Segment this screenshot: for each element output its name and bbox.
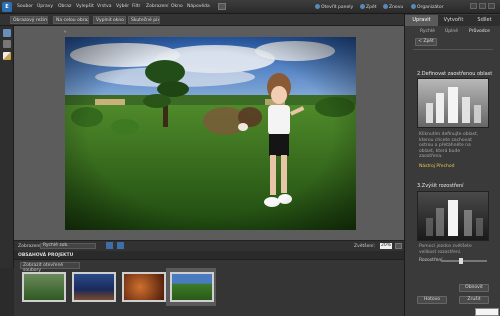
- zoom-label: Zvětšení:: [354, 244, 376, 249]
- open-panels-label: Otevřít panely: [321, 5, 354, 10]
- thumbnail-4[interactable]: [170, 272, 214, 302]
- redo-label: Znovu: [389, 5, 404, 10]
- view-label: Zobrazení: [18, 244, 41, 249]
- subtab-quick[interactable]: Rychlé: [420, 29, 435, 34]
- menu-layer[interactable]: Vrstva: [97, 4, 111, 9]
- tab-fill-window[interactable]: Vyplnit okno: [93, 16, 126, 24]
- reset-button[interactable]: Obnovit: [459, 284, 489, 292]
- organizer-icon: [411, 4, 416, 9]
- zoom-tool-icon[interactable]: [3, 29, 11, 37]
- step3-preview-image: [417, 191, 489, 241]
- menu-bar: E Soubor Úpravy Obraz Vylepšit Vrstva Vý…: [0, 0, 500, 14]
- undo-icon: [360, 4, 365, 9]
- right-panel: Upravit Vytvořit Sdílet Rychlé Úplné Prů…: [404, 14, 500, 316]
- tab-share[interactable]: Sdílet: [469, 15, 500, 26]
- menu-image[interactable]: Obraz: [58, 4, 71, 9]
- toolbox: [0, 26, 14, 268]
- blur-slider-track[interactable]: [441, 258, 487, 264]
- close-icon[interactable]: [488, 3, 495, 9]
- tab-fit-screen[interactable]: Na celou obraz.: [53, 16, 89, 24]
- menu-file[interactable]: Soubor: [17, 4, 33, 9]
- hand-tool-icon[interactable]: [3, 40, 11, 48]
- subtab-guided[interactable]: Průvodce: [469, 29, 490, 34]
- menu-select[interactable]: Výběr: [116, 4, 129, 9]
- tab-view-mode[interactable]: Obrazový režim: [10, 16, 48, 24]
- bin-filter-dropdown[interactable]: Zobrazit otevřené soubory: [20, 262, 80, 273]
- panels-icon: [315, 4, 320, 9]
- chess-pieces-icon: [426, 87, 481, 123]
- project-bin-header: OBSAHOVÁ PROJEKTU: [14, 251, 404, 260]
- undo-label: Zpět: [366, 5, 377, 10]
- done-button[interactable]: Hotovo: [417, 296, 447, 304]
- open-panels-button[interactable]: Otevřít panely: [315, 4, 353, 10]
- thumbnail-1[interactable]: [22, 272, 66, 302]
- rotate-right-icon[interactable]: [117, 242, 124, 249]
- divider: [413, 49, 493, 50]
- tab-create[interactable]: Vytvořit: [438, 15, 469, 26]
- watermark-logo: [475, 308, 499, 316]
- step2-description: Kliknutím definujte oblast, kterou chcet…: [419, 132, 479, 159]
- canvas-corner-icon: ▾: [64, 30, 67, 35]
- redo-button[interactable]: Znovu: [383, 4, 403, 10]
- subtab-full[interactable]: Úplné: [445, 29, 458, 34]
- menu-view[interactable]: Zobrazení: [146, 4, 169, 9]
- photo-image: [65, 37, 356, 230]
- zoom-value-field[interactable]: 20%: [380, 243, 392, 249]
- rotate-left-icon[interactable]: [106, 242, 113, 249]
- step2-title: 2.Definovat zaostřenou oblast: [417, 71, 493, 77]
- undo-button[interactable]: Zpět: [360, 4, 376, 10]
- view-dropdown[interactable]: Rychlé zob.: [40, 243, 96, 249]
- blurred-chess-icon: [426, 200, 483, 236]
- back-button[interactable]: < Zpět: [415, 38, 437, 46]
- zoom-slider-icon[interactable]: [395, 243, 402, 249]
- view-options-bar: Obrazový režim Na celou obraz. Vyplnit o…: [0, 14, 404, 26]
- organizer-label: Organizátor: [417, 5, 444, 10]
- cancel-button[interactable]: Zrušit: [459, 296, 489, 304]
- menu-enhance[interactable]: Vylepšit: [76, 4, 94, 9]
- shortcut-icon[interactable]: [218, 3, 226, 10]
- organizer-button[interactable]: Organizátor: [411, 4, 444, 10]
- step2-preview-image: [417, 78, 489, 128]
- gradient-tool-link[interactable]: Nástroj Přechod: [419, 164, 455, 169]
- step3-title: 3.Zvýšit rozostření: [417, 183, 464, 189]
- project-bin: Zobrazit otevřené soubory: [14, 260, 404, 316]
- document-photo[interactable]: [65, 37, 356, 230]
- menu-help[interactable]: Nápověda: [187, 4, 210, 9]
- tab-edit[interactable]: Upravit: [405, 15, 438, 26]
- step3-description: Pomocí jezdce zvětšete velikost rozostře…: [419, 244, 472, 255]
- thumbnail-2[interactable]: [72, 272, 116, 302]
- status-bar: Zobrazení Rychlé zob. Zvětšení: 20%: [14, 240, 404, 251]
- blur-slider-label: Rozostření: [419, 258, 443, 263]
- menu-edit[interactable]: Úpravy: [37, 4, 53, 9]
- minimize-icon[interactable]: [470, 3, 477, 9]
- tab-actual-pixels[interactable]: Skutečné pixely: [128, 16, 160, 24]
- window-controls: [468, 3, 495, 11]
- project-bin-title: OBSAHOVÁ PROJEKTU: [18, 253, 74, 258]
- menu-filter[interactable]: Filtr: [132, 4, 140, 9]
- maximize-icon[interactable]: [479, 3, 486, 9]
- redo-icon: [383, 4, 388, 9]
- app-logo: E: [2, 2, 12, 12]
- blur-slider-handle[interactable]: [459, 258, 463, 264]
- thumbnail-3[interactable]: [122, 272, 166, 302]
- menu-window[interactable]: Okno: [171, 4, 183, 9]
- color-swatch-icon[interactable]: [3, 52, 11, 60]
